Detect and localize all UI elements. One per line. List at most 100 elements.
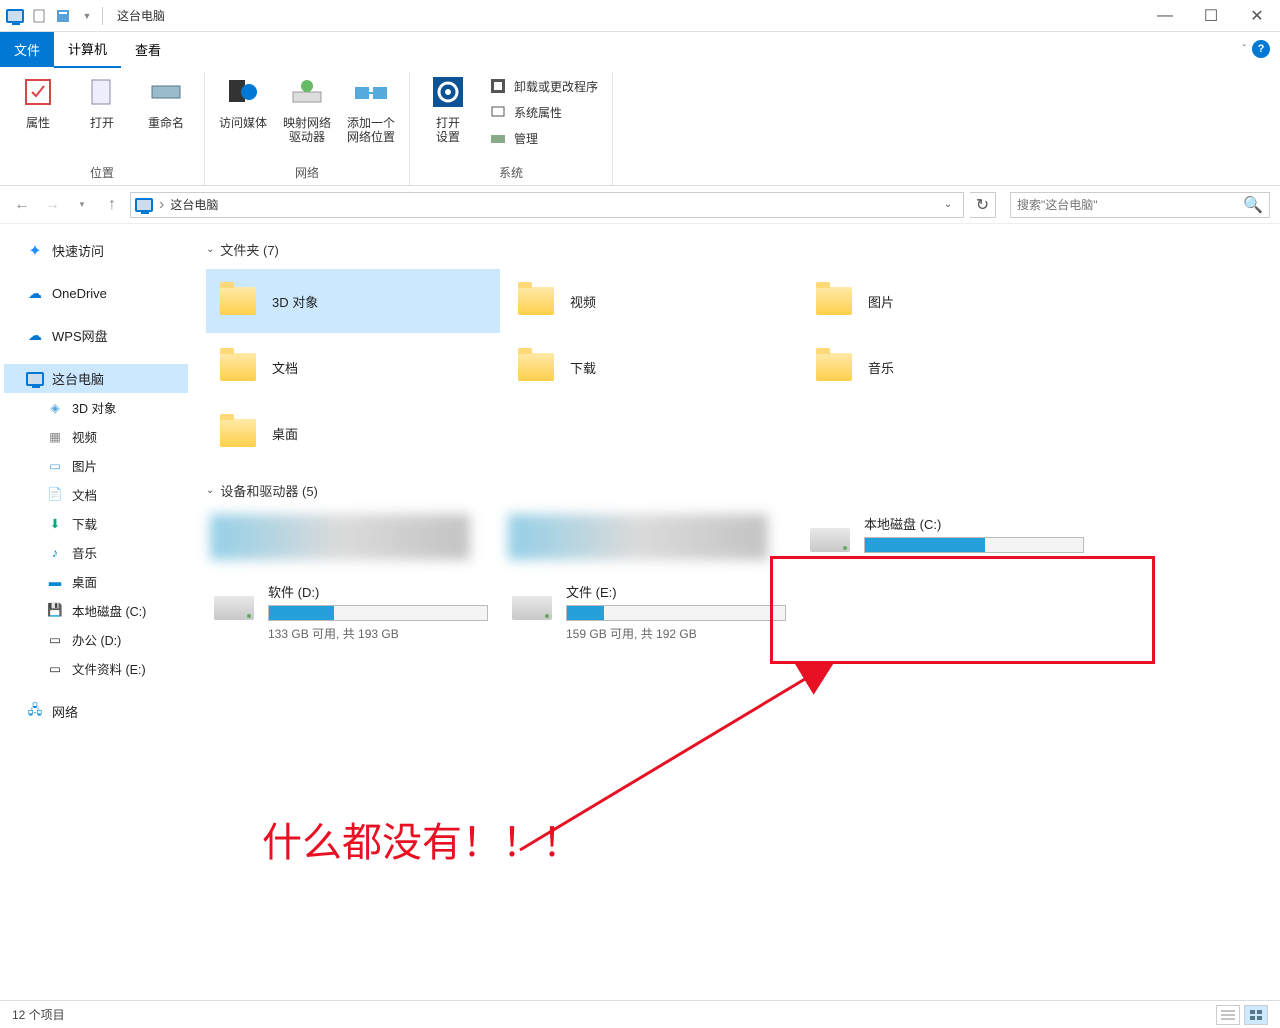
ribbon-rename[interactable]: 重命名 [138, 72, 194, 160]
drive-e-name: 文件 (E:) [566, 582, 794, 601]
ribbon-access-media-label: 访问媒体 [219, 116, 267, 130]
drive-blurred-1[interactable] [206, 510, 500, 564]
nav-sub-pictures[interactable]: ▭图片 [4, 451, 188, 480]
nav-network[interactable]: 🖧网络 [4, 697, 188, 726]
maximize-button[interactable]: ☐ [1188, 2, 1234, 30]
nav-sub-d[interactable]: ▭办公 (D:) [4, 625, 188, 654]
onedrive-icon: ☁ [26, 284, 44, 302]
tab-view[interactable]: 查看 [121, 32, 175, 67]
drive-c-bar [864, 537, 1084, 553]
ribbon-open-settings-label: 打开 设置 [436, 116, 460, 145]
ribbon-properties-label: 属性 [26, 116, 50, 130]
nav-recent-dropdown[interactable]: ▾ [70, 193, 94, 217]
nav-up[interactable]: ↑ [100, 193, 124, 217]
ribbon-group-location: 属性 打开 重命名 位置 [0, 72, 205, 185]
media-icon [223, 72, 263, 112]
add-location-icon [351, 72, 391, 112]
app-icon[interactable] [4, 5, 26, 27]
chevron-down-icon: ⌄ [206, 485, 214, 496]
folder-download[interactable]: 下载 [504, 335, 798, 399]
breadcrumb-root[interactable]: 这台电脑 [170, 196, 218, 213]
statusbar: 12 个项目 [0, 1000, 1280, 1028]
ribbon: 属性 打开 重命名 位置 访问媒体 映射网络 驱动器 [0, 66, 1280, 186]
folder-music[interactable]: 音乐 [802, 335, 1096, 399]
close-button[interactable]: ✕ [1234, 2, 1280, 30]
drive-d[interactable]: 软件 (D:) 133 GB 可用, 共 193 GB [206, 578, 500, 646]
nav-network-label: 网络 [52, 702, 78, 721]
nav-sub-docs-label: 文档 [72, 485, 97, 504]
drive-d-icon: ▭ [46, 631, 64, 649]
drive-e-bar [566, 605, 786, 621]
ribbon-properties[interactable]: 属性 [10, 72, 66, 160]
ribbon-map-drive[interactable]: 映射网络 驱动器 [279, 72, 335, 160]
drive-blurred-2[interactable] [504, 510, 798, 564]
ribbon-group-location-label: 位置 [90, 160, 114, 185]
nav-this-pc[interactable]: 这台电脑 [4, 364, 188, 393]
drive-d-bar [268, 605, 488, 621]
address-pc-icon [135, 198, 153, 212]
nav-sub-c[interactable]: 💾本地磁盘 (C:) [4, 596, 188, 625]
qat-properties-icon[interactable] [52, 5, 74, 27]
ribbon-open-settings[interactable]: 打开 设置 [420, 72, 476, 160]
nav-sub-download[interactable]: ⬇下载 [4, 509, 188, 538]
nav-sub-music[interactable]: ♪音乐 [4, 538, 188, 567]
nav-sub-video[interactable]: ▦视频 [4, 422, 188, 451]
ribbon-manage[interactable]: 管理 [484, 126, 602, 150]
refresh-button[interactable]: ↻ [970, 192, 996, 218]
folder-pictures[interactable]: 图片 [802, 269, 1096, 333]
ribbon-group-system-label: 系统 [499, 160, 523, 185]
nav-this-pc-label: 这台电脑 [52, 369, 104, 388]
folder-desktop-icon [214, 409, 262, 457]
minimize-button[interactable]: — [1142, 2, 1188, 30]
nav-onedrive-label: OneDrive [52, 286, 107, 301]
nav-back[interactable]: ← [10, 193, 34, 217]
help-icon[interactable]: ? [1252, 40, 1270, 58]
address-dropdown-icon[interactable]: ⌄ [937, 199, 959, 210]
nav-forward[interactable]: → [40, 193, 64, 217]
view-details-button[interactable] [1216, 1005, 1240, 1025]
folder-video[interactable]: 视频 [504, 269, 798, 333]
view-icons-button[interactable] [1244, 1005, 1268, 1025]
nav-sub-pictures-label: 图片 [72, 456, 97, 475]
devices-header[interactable]: ⌄ 设备和驱动器 (5) [206, 481, 1266, 500]
tab-file[interactable]: 文件 [0, 32, 54, 67]
nav-onedrive[interactable]: ☁ OneDrive [4, 279, 188, 307]
content-pane: ⌄文件夹 (7) 3D 对象 视频 图片 文档 下载 音乐 桌面 ⌄ 设备和驱动器… [192, 224, 1280, 998]
nav-sub-docs[interactable]: 📄文档 [4, 480, 188, 509]
status-count: 12 个项目 [12, 1006, 65, 1023]
qat-dropdown-icon[interactable]: ▼ [76, 5, 98, 27]
tab-computer[interactable]: 计算机 [54, 31, 121, 68]
folder-3d[interactable]: 3D 对象 [206, 269, 500, 333]
ribbon-add-location[interactable]: 添加一个 网络位置 [343, 72, 399, 160]
map-drive-icon [287, 72, 327, 112]
devices-header-label: 设备和驱动器 (5) [220, 481, 318, 500]
drive-e-icon: ▭ [46, 660, 64, 678]
download-icon: ⬇ [46, 515, 64, 533]
ribbon-access-media[interactable]: 访问媒体 [215, 72, 271, 160]
qat-file-icon[interactable] [28, 5, 50, 27]
ribbon-manage-label: 管理 [514, 130, 538, 147]
folder-desktop[interactable]: 桌面 [206, 401, 500, 465]
ribbon-collapse-icon[interactable]: ˇ [1243, 44, 1246, 55]
search-input[interactable] [1017, 198, 1243, 212]
nav-sub-desktop[interactable]: ▬桌面 [4, 567, 188, 596]
ribbon-group-network: 访问媒体 映射网络 驱动器 添加一个 网络位置 网络 [205, 72, 410, 185]
drive-d-text: 133 GB 可用, 共 193 GB [268, 625, 496, 642]
address-box[interactable]: › 这台电脑 ⌄ [130, 192, 964, 218]
chevron-down-icon: ⌄ [206, 244, 214, 255]
search-box[interactable]: 🔍 [1010, 192, 1270, 218]
ribbon-open[interactable]: 打开 [74, 72, 130, 160]
ribbon-sys-props[interactable]: 系统属性 [484, 100, 602, 124]
folder-docs[interactable]: 文档 [206, 335, 500, 399]
search-icon[interactable]: 🔍 [1243, 195, 1263, 215]
drive-c[interactable]: 本地磁盘 (C:) [802, 510, 1096, 564]
ribbon-uninstall[interactable]: 卸载或更改程序 [484, 74, 602, 98]
nav-sub-e[interactable]: ▭文件资料 (E:) [4, 654, 188, 683]
nav-wps-label: WPS网盘 [52, 326, 108, 345]
folders-header[interactable]: ⌄文件夹 (7) [206, 240, 1266, 259]
nav-sub-3d[interactable]: ◈3D 对象 [4, 393, 188, 422]
folder-pictures-icon [810, 277, 858, 325]
nav-quick-access[interactable]: ✦快速访问 [4, 236, 188, 265]
drive-e[interactable]: 文件 (E:) 159 GB 可用, 共 192 GB [504, 578, 798, 646]
nav-wps[interactable]: ☁WPS网盘 [4, 321, 188, 350]
